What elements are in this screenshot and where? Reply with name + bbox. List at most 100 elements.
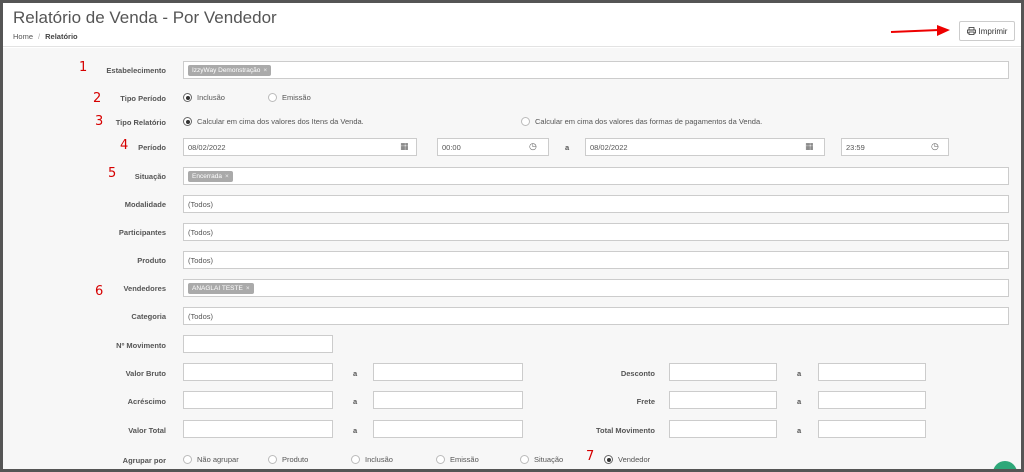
radio-label: Inclusão [365,455,393,464]
n-movimento-input[interactable] [183,335,333,353]
radio-agrupar-nao-agrupar[interactable]: Não agrupar [183,455,239,464]
valor-bruto-max-input[interactable] [373,363,523,381]
situacao-select[interactable]: Encerrada × [183,167,1009,185]
radio-agrupar-produto[interactable]: Produto [268,455,308,464]
breadcrumb-current: Relatório [45,32,78,41]
situacao-tag: Encerrada × [188,170,233,182]
desconto-range-separator: a [797,369,802,378]
n-movimento-label: Nº Movimento [116,341,166,350]
radio-icon [351,455,360,464]
total-movimento-min-input[interactable] [669,420,777,438]
clock-icon[interactable]: ◷ [931,141,939,152]
print-label: Imprimir [978,26,1008,36]
periodo-end-date-input[interactable]: 08/02/2022 [585,138,825,156]
annotation-5: 5 [108,166,117,181]
frete-range-separator: a [797,397,802,406]
start-time-value: 00:00 [442,142,461,152]
annotation-4: 4 [120,138,129,153]
valor-bruto-min-input[interactable] [183,363,333,381]
desconto-max-input[interactable] [818,363,926,381]
total-movimento-max-input[interactable] [818,420,926,438]
app-window: Relatório de Venda - Por Vendedor Home / R… [3,3,1021,469]
radio-agrupar-inclusao[interactable]: Inclusão [351,455,393,464]
periodo-range-separator: a [565,143,570,152]
chat-bubble-button[interactable] [993,461,1017,469]
breadcrumb-separator: / [38,32,41,41]
radio-selected-icon [604,455,613,464]
modalidade-select[interactable]: (Todos) [183,195,1009,213]
remove-tag-icon[interactable]: × [246,285,250,292]
calendar-icon[interactable]: ▦ [805,141,814,152]
radio-label: Produto [282,455,309,464]
radio-tipo-periodo-inclusao[interactable]: Inclusão [183,93,225,102]
frete-min-input[interactable] [669,391,777,409]
tipo-relatorio-label: Tipo Relatório [115,118,166,127]
annotation-6: 6 [95,284,104,299]
acrescimo-max-input[interactable] [373,391,523,409]
estabelecimento-select[interactable]: IzzyWay Demonstração × [183,61,1009,79]
breadcrumb-home[interactable]: Home [13,32,33,41]
periodo-start-date-input[interactable]: 08/02/2022 [183,138,417,156]
acrescimo-label: Acréscimo [127,397,166,406]
radio-selected-icon [183,117,192,126]
valor-total-range-separator: a [353,426,358,435]
radio-agrupar-situacao[interactable]: Situação [520,455,563,464]
valor-total-label: Valor Total [128,426,166,435]
radio-tipo-periodo-emissao[interactable]: Emissão [268,93,311,102]
periodo-label: Período [138,143,166,152]
vendedores-select[interactable]: ANAGLAI TESTE × [183,279,1009,297]
annotation-2: 2 [93,91,102,106]
frete-label: Frete [636,397,655,406]
remove-tag-icon[interactable]: × [225,173,229,180]
categoria-label: Categoria [131,312,166,321]
valor-total-min-input[interactable] [183,420,333,438]
radio-label: Situação [534,455,564,464]
modalidade-value: (Todos) [188,199,214,209]
modalidade-label: Modalidade [124,200,166,209]
print-button[interactable]: Imprimir [959,21,1015,41]
participantes-select[interactable]: (Todos) [183,223,1009,241]
desconto-min-input[interactable] [669,363,777,381]
clock-icon[interactable]: ◷ [529,141,537,152]
produto-value: (Todos) [188,255,214,265]
end-date-value: 08/02/2022 [590,142,628,152]
remove-tag-icon[interactable]: × [263,67,267,74]
radio-icon [268,93,277,102]
situacao-tag-label: Encerrada [192,172,222,180]
page-header: Relatório de Venda - Por Vendedor Home / R… [3,3,1021,47]
radio-tipo-relatorio-itens[interactable]: Calcular em cima dos valores dos Itens d… [183,117,364,126]
page-title: Relatório de Venda - Por Vendedor [13,8,277,27]
red-arrow-icon [890,25,950,36]
report-filter-form: 1 Estabelecimento IzzyWay Demonstração × … [3,48,1021,469]
estabelecimento-label: Estabelecimento [106,66,166,75]
end-time-value: 23:59 [846,142,865,152]
radio-selected-icon [183,93,192,102]
valor-bruto-range-separator: a [353,369,358,378]
radio-agrupar-emissao[interactable]: Emissão [436,455,479,464]
vendedores-tag-label: ANAGLAI TESTE [192,284,243,292]
agrupar-por-label: Agrupar por [122,456,166,465]
acrescimo-min-input[interactable] [183,391,333,409]
frete-max-input[interactable] [818,391,926,409]
vendedores-label: Vendedores [123,284,166,293]
estabelecimento-tag: IzzyWay Demonstração × [188,64,272,76]
breadcrumb: Home / Relatório [13,32,78,41]
categoria-select[interactable]: (Todos) [183,307,1009,325]
annotation-7: 7 [586,449,595,464]
valor-total-max-input[interactable] [373,420,523,438]
radio-icon [520,455,529,464]
total-movimento-label: Total Movimento [595,426,655,435]
radio-icon [436,455,445,464]
vendedores-tag: ANAGLAI TESTE × [188,282,254,294]
radio-tipo-relatorio-pagamentos[interactable]: Calcular em cima dos valores das formas … [521,117,762,126]
calendar-icon[interactable]: ▦ [400,141,409,152]
radio-agrupar-vendedor[interactable]: Vendedor [604,455,650,464]
produto-label: Produto [137,256,166,265]
radio-label: Emissão [282,93,311,102]
radio-icon [521,117,530,126]
estabelecimento-tag-label: IzzyWay Demonstração [192,66,261,74]
valor-bruto-label: Valor Bruto [125,369,166,378]
tipo-periodo-label: Tipo Período [120,94,166,103]
radio-label: Não agrupar [197,455,239,464]
produto-select[interactable]: (Todos) [183,251,1009,269]
